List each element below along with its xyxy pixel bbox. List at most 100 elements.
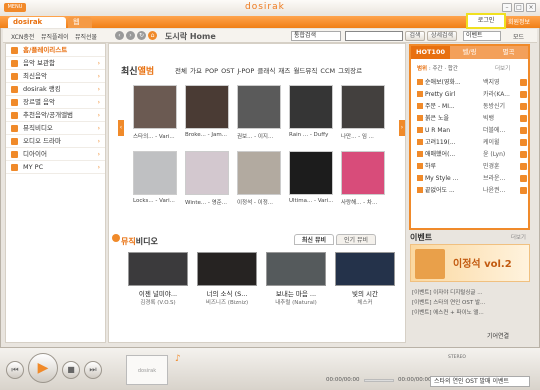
sidebar-item-home[interactable]: 홈/플레이리스트 — [6, 44, 105, 57]
maximize-icon[interactable]: □ — [514, 3, 524, 12]
play-icon[interactable] — [520, 139, 527, 146]
prev-track-icon[interactable]: ⏮ — [6, 361, 24, 379]
account-info-link[interactable]: 회원정보 — [508, 17, 530, 26]
album-card[interactable]: Ultima... - Vari... — [289, 151, 333, 204]
chart-row[interactable]: 붉은 노을 빅뱅 — [417, 113, 527, 124]
nav-link-musicplay[interactable]: 뮤직플레이 — [41, 32, 69, 41]
close-icon[interactable]: × — [526, 3, 536, 12]
play-icon[interactable] — [520, 163, 527, 170]
search-input[interactable] — [345, 31, 403, 41]
tab-latest-mv[interactable]: 최신 뮤비 — [294, 234, 334, 245]
menu-button[interactable]: MENU — [4, 3, 26, 12]
tab-special[interactable]: 별곡 — [489, 46, 528, 59]
sidebar-item-latest[interactable]: 최신음악 › — [6, 70, 105, 83]
video-thumbnail[interactable] — [266, 252, 326, 286]
tab-dosirak[interactable]: dosirak — [8, 17, 66, 28]
tab-hot100[interactable]: HOT100 — [411, 46, 450, 59]
genre-filter[interactable]: 전체 가요 POP OST J-POP 클래식 재즈 월드뮤직 CCM 그외장르 — [175, 65, 362, 75]
album-card[interactable]: Rain ... - Duffy — [289, 85, 333, 138]
album-cover[interactable] — [237, 85, 281, 129]
chart-row[interactable]: 끝없어도 ... 나윤권... — [417, 185, 527, 196]
back-icon[interactable]: ‹ — [115, 31, 124, 40]
tab-web[interactable]: 웹 — [68, 17, 92, 28]
nav-link-gift[interactable]: 뮤직선물 — [75, 32, 97, 41]
video-card[interactable]: 이젠 널미야... 김경록 (V.O.S) — [128, 252, 188, 306]
sidebar-item-audio-drama[interactable]: 오디오 드라마 › — [6, 135, 105, 148]
site-select[interactable]: 이벤트 — [463, 31, 501, 41]
tab-bell-ring[interactable]: 벨/링 — [450, 46, 489, 59]
nav-link-charge[interactable]: XCN충전 — [11, 32, 34, 41]
sidebar-item-recommend[interactable]: 추천음악/공개앨범 › — [6, 109, 105, 122]
video-thumbnail[interactable] — [128, 252, 188, 286]
sidebar-item-mypc[interactable]: MY PC › — [6, 161, 105, 174]
event-banner[interactable]: 이정석 vol.2 — [410, 244, 530, 282]
album-card[interactable]: 권보... - 이지... — [237, 85, 281, 140]
home-icon[interactable]: ⌂ — [148, 31, 157, 40]
chart-row[interactable]: My Style ... 브라운... — [417, 173, 527, 184]
chart-row[interactable]: 하루 민경훈 — [417, 161, 527, 172]
play-icon[interactable] — [520, 187, 527, 194]
album-cover[interactable] — [185, 151, 229, 195]
video-card[interactable]: 보내는 마음 ... 내추럴 (Natural) — [266, 252, 326, 306]
album-card[interactable]: Winte... - 영준... — [185, 151, 229, 206]
search-button[interactable]: 검색 — [405, 31, 425, 41]
play-icon[interactable] — [520, 103, 527, 110]
progress-bar[interactable] — [364, 379, 394, 382]
play-icon[interactable] — [520, 79, 527, 86]
album-cover[interactable] — [289, 85, 333, 129]
refresh-icon[interactable]: ↻ — [137, 31, 146, 40]
sidebar-item-video[interactable]: 뮤직비디오 › — [6, 122, 105, 135]
chart-row[interactable]: 고려119(... 케이윌 — [417, 137, 527, 148]
play-icon[interactable] — [520, 91, 527, 98]
album-card[interactable]: Broke... - Jam... — [185, 85, 229, 138]
chart-more-link[interactable]: 더보기 — [495, 64, 510, 72]
album-card[interactable]: Locks... - Vari... — [133, 151, 177, 204]
prev-albums-arrow[interactable]: ‹ — [118, 120, 124, 136]
sidebar-item-diary[interactable]: 디아이어 › — [6, 148, 105, 161]
next-albums-arrow[interactable]: › — [399, 120, 405, 136]
tab-popular-mv[interactable]: 인기 뮤비 — [336, 234, 376, 245]
album-cover[interactable] — [289, 151, 333, 195]
play-icon[interactable] — [520, 175, 527, 182]
chart-row[interactable]: 주문 - MI... 동방신기 — [417, 101, 527, 112]
minimize-icon[interactable]: – — [502, 3, 512, 12]
album-card[interactable]: 사랑해... - 차... — [341, 151, 385, 206]
album-cover[interactable] — [341, 151, 385, 195]
play-icon[interactable] — [520, 151, 527, 158]
video-card[interactable]: 빛의 시간 체스커 — [335, 252, 395, 306]
next-track-icon[interactable]: ⏭ — [84, 361, 102, 379]
album-cover[interactable] — [237, 151, 281, 195]
connect-link[interactable]: 기어연결 — [487, 331, 509, 340]
chart-row[interactable]: U R Man 더블에... — [417, 125, 527, 136]
mode-toggle[interactable]: 모드 — [513, 32, 524, 41]
album-cover[interactable] — [185, 85, 229, 129]
event-item[interactable]: [이벤트] 이자야 디지털싱글 ... — [412, 288, 482, 296]
album-card[interactable]: 이정석 - 이정... — [237, 151, 281, 206]
detail-search-button[interactable]: 상세검색 — [427, 31, 457, 41]
stop-icon[interactable]: ■ — [62, 361, 80, 379]
event-item[interactable]: [이벤트] 에스컨 + 파이노 앨... — [412, 308, 484, 316]
play-icon[interactable] — [520, 115, 527, 122]
video-thumbnail[interactable] — [335, 252, 395, 286]
play-icon[interactable] — [520, 127, 527, 134]
album-cover[interactable] — [133, 85, 177, 129]
login-button[interactable]: 로그인 — [466, 13, 506, 29]
video-thumbnail[interactable] — [197, 252, 257, 286]
event-item[interactable]: [이벤트] 스타의 연인 OST 발... — [412, 298, 485, 306]
play-button[interactable]: ▶ — [28, 353, 58, 383]
sidebar-item-genre[interactable]: 장르별 음악 › — [6, 96, 105, 109]
chart-row[interactable]: 순애보(영화... 백지영 — [417, 77, 527, 88]
chart-row[interactable]: Pretty Girl 카라(KA... — [417, 89, 527, 100]
album-card[interactable]: 스타의... - Vari... — [133, 85, 177, 140]
forward-icon[interactable]: › — [126, 31, 135, 40]
playlist-select[interactable]: 스타의 연인 OST 발매 이벤트 — [430, 376, 530, 387]
sidebar-item-ranking[interactable]: dosirak 랭킹 › — [6, 83, 105, 96]
event-more-link[interactable]: 더보기 — [511, 233, 526, 241]
video-card[interactable]: 너의 소식 (S... 비즈니즈 (Bizniz) — [197, 252, 257, 306]
search-scope-select[interactable]: 통합검색 — [291, 31, 341, 41]
sidebar-item-library[interactable]: 음악 보관함 › — [6, 57, 105, 70]
album-cover[interactable] — [341, 85, 385, 129]
album-card[interactable]: 나만... - 임 ... — [341, 85, 385, 140]
album-cover[interactable] — [133, 151, 177, 195]
chart-row[interactable]: 애매했어(... 윤 (Lyn) — [417, 149, 527, 160]
